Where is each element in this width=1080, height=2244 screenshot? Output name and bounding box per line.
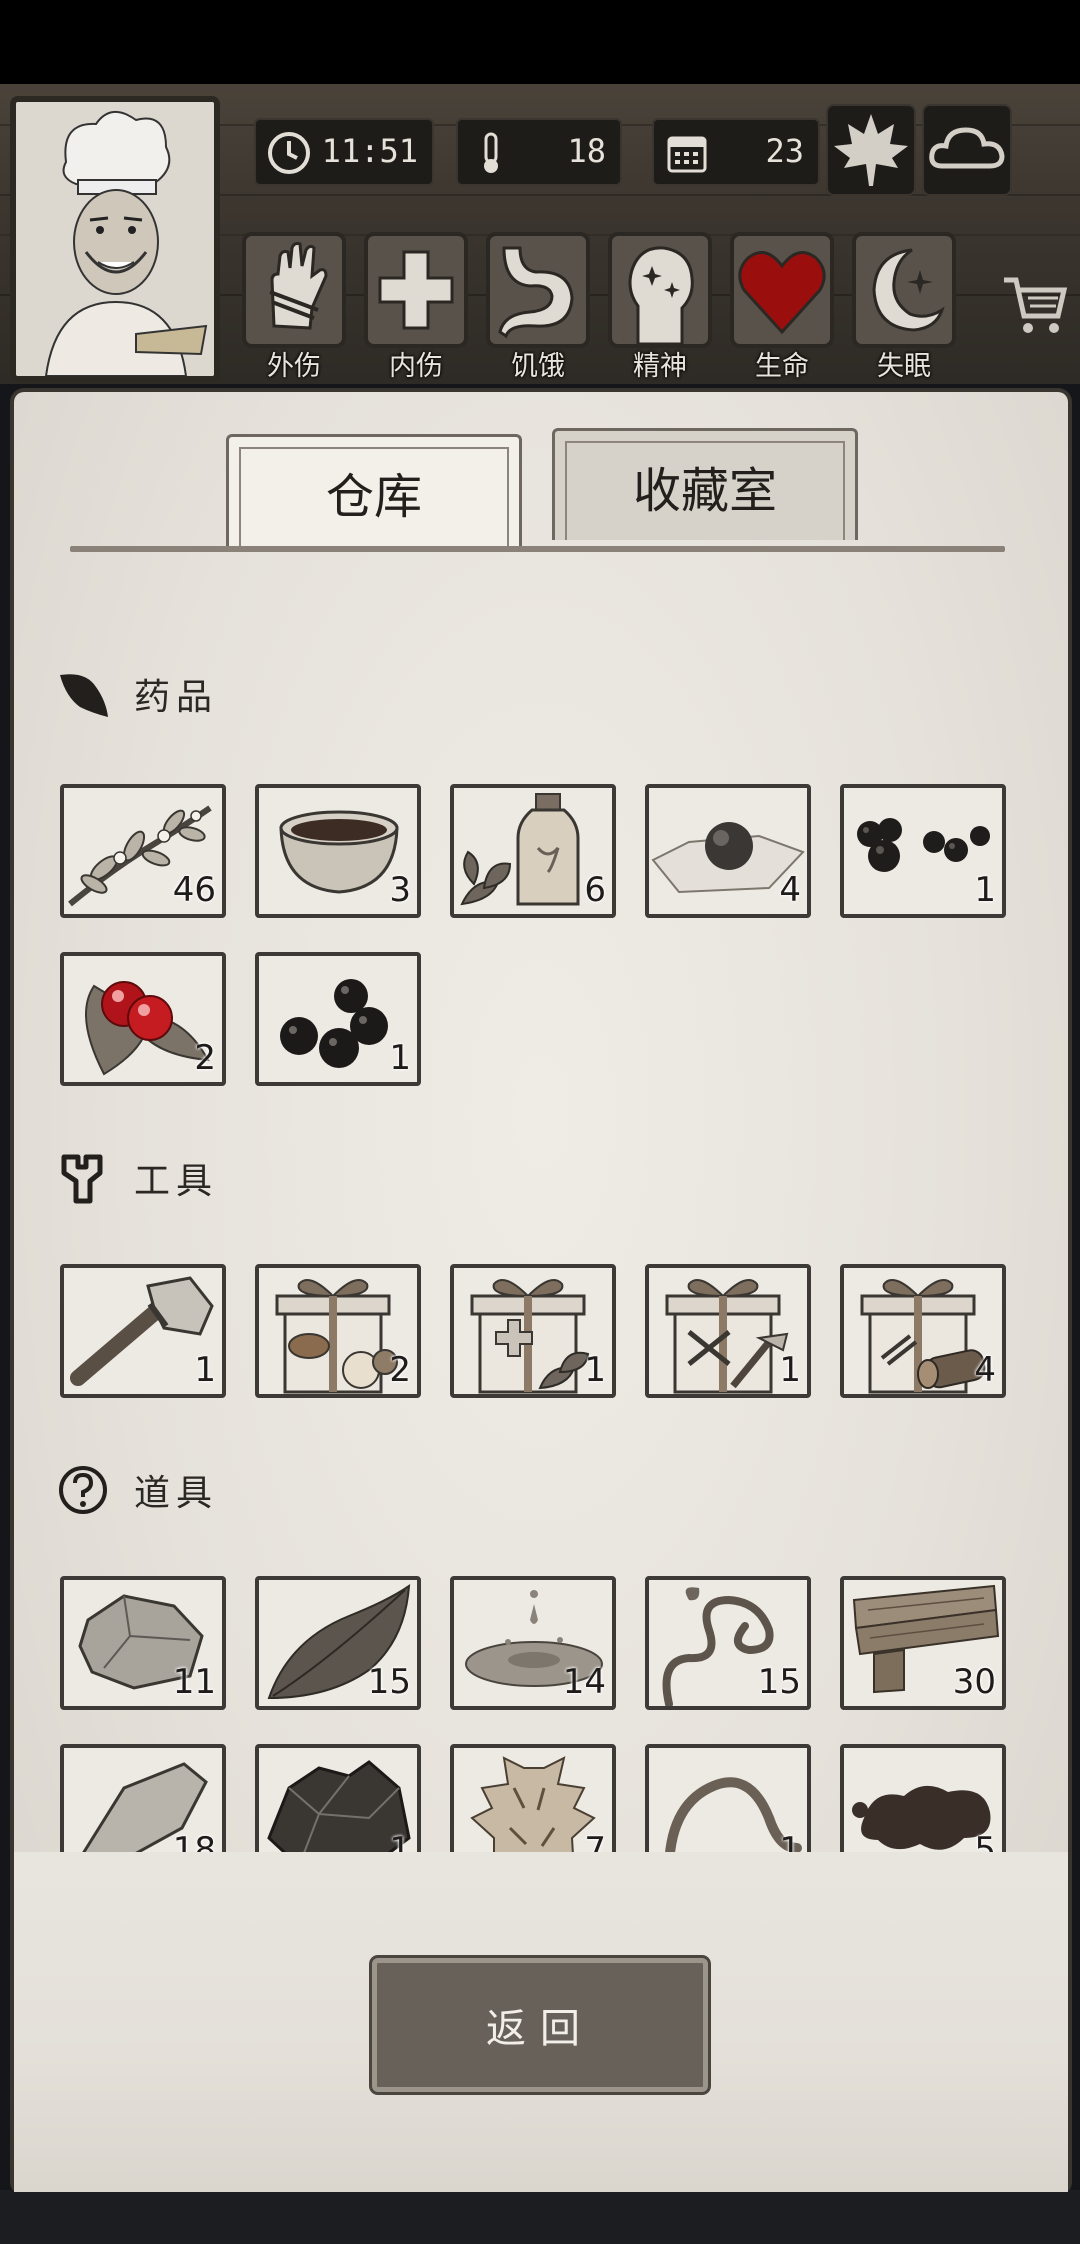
- section-title: 工具: [134, 1161, 219, 1202]
- item-count: 1: [779, 1350, 801, 1390]
- day-value: 23: [765, 132, 804, 170]
- time-display: 11:51: [254, 118, 434, 186]
- inventory-slot[interactable]: 1: [840, 784, 1006, 918]
- item-count: 3: [389, 870, 411, 910]
- inventory-slot[interactable]: 30: [840, 1576, 1006, 1710]
- item-count: 11: [172, 1662, 216, 1702]
- item-count: 6: [584, 870, 606, 910]
- inventory-slot[interactable]: 1: [450, 1264, 616, 1398]
- question-circle-icon: [59, 1466, 107, 1514]
- inventory-slot[interactable]: 46: [60, 784, 226, 918]
- inventory-slot[interactable]: 4: [840, 1264, 1006, 1398]
- return-button[interactable]: 返回: [372, 1958, 708, 2092]
- stomach-icon: [498, 246, 574, 339]
- shop-cart-icon[interactable]: [1000, 270, 1070, 340]
- status-bar: [0, 0, 1080, 84]
- inventory-slot[interactable]: 1: [645, 1264, 811, 1398]
- cloud-icon: [929, 127, 1005, 169]
- status-label: 内伤: [389, 351, 443, 382]
- time-value: 11:51: [321, 132, 418, 170]
- item-count: 1: [974, 870, 996, 910]
- item-count: 2: [389, 1350, 411, 1390]
- item-count: 46: [172, 870, 216, 910]
- weather-button[interactable]: [922, 104, 1012, 196]
- inventory-slot[interactable]: 6: [450, 784, 616, 918]
- inventory-slot[interactable]: 14: [450, 1576, 616, 1710]
- inventory-slot[interactable]: 4: [645, 784, 811, 918]
- item-count: 15: [367, 1662, 411, 1702]
- item-count: 4: [974, 1350, 996, 1390]
- calendar-icon: [667, 136, 707, 173]
- item-count: 15: [757, 1662, 801, 1702]
- maple-leaf-icon: [834, 114, 908, 186]
- temperature-display: 18: [456, 118, 622, 186]
- status-insomnia[interactable]: 失眠: [852, 232, 956, 382]
- item-count: 30: [952, 1662, 996, 1702]
- tab-warehouse-label: 仓库: [325, 468, 422, 525]
- inventory-slot[interactable]: 15: [645, 1576, 811, 1710]
- status-label: 失眠: [877, 351, 931, 382]
- item-count: 14: [562, 1662, 606, 1702]
- status-label: 外伤: [267, 351, 321, 382]
- status-external-injury[interactable]: 外伤: [242, 232, 346, 382]
- tab-collection-label: 收藏室: [632, 462, 777, 519]
- wrench-icon: [61, 1154, 103, 1204]
- section-title: 药品: [134, 677, 219, 718]
- hand-bandage-icon: [269, 242, 328, 330]
- item-count: 4: [779, 870, 801, 910]
- day-display: 23: [652, 118, 820, 186]
- item-count: 2: [194, 1038, 216, 1078]
- item-count: 1: [584, 1350, 606, 1390]
- status-label: 饥饿: [511, 351, 565, 382]
- inventory-slot[interactable]: 2: [60, 952, 226, 1086]
- clock-icon: [268, 132, 310, 174]
- chef-portrait[interactable]: [10, 96, 220, 382]
- section-title: 道具: [134, 1473, 219, 1514]
- status-health[interactable]: 生命: [730, 232, 834, 382]
- section-tools-header: 工具: [56, 1148, 218, 1208]
- moon-star-icon: [872, 248, 945, 332]
- status-spirit[interactable]: 精神: [608, 232, 712, 382]
- item-count: 1: [194, 1350, 216, 1390]
- section-medicine-header: 药品: [56, 664, 218, 724]
- item-count: 1: [389, 1038, 411, 1078]
- tab-divider: [70, 546, 1005, 552]
- season-button[interactable]: [826, 104, 916, 196]
- head-stars-icon: [628, 246, 694, 346]
- medicine-leaf-icon: [60, 674, 108, 717]
- inventory-slot[interactable]: 15: [255, 1576, 421, 1710]
- status-internal-injury[interactable]: 内伤: [364, 232, 468, 382]
- thermometer-icon: [484, 132, 498, 173]
- inventory-slot[interactable]: 2: [255, 1264, 421, 1398]
- tab-warehouse[interactable]: 仓库: [226, 434, 522, 546]
- tab-collection[interactable]: 收藏室: [552, 428, 858, 540]
- section-props-header: 道具: [56, 1460, 218, 1520]
- inventory-slot[interactable]: 3: [255, 784, 421, 918]
- temperature-value: 18: [567, 132, 606, 170]
- status-label: 精神: [633, 351, 687, 382]
- heart-icon: [738, 251, 826, 335]
- bottom-background: [0, 2190, 1080, 2244]
- return-button-label: 返回: [486, 2006, 594, 2052]
- inventory-slot[interactable]: 1: [60, 1264, 226, 1398]
- cross-icon: [378, 250, 454, 330]
- status-hunger[interactable]: 饥饿: [486, 232, 590, 382]
- inventory-slot[interactable]: 11: [60, 1576, 226, 1710]
- inventory-slot[interactable]: 1: [255, 952, 421, 1086]
- status-label: 生命: [755, 351, 809, 382]
